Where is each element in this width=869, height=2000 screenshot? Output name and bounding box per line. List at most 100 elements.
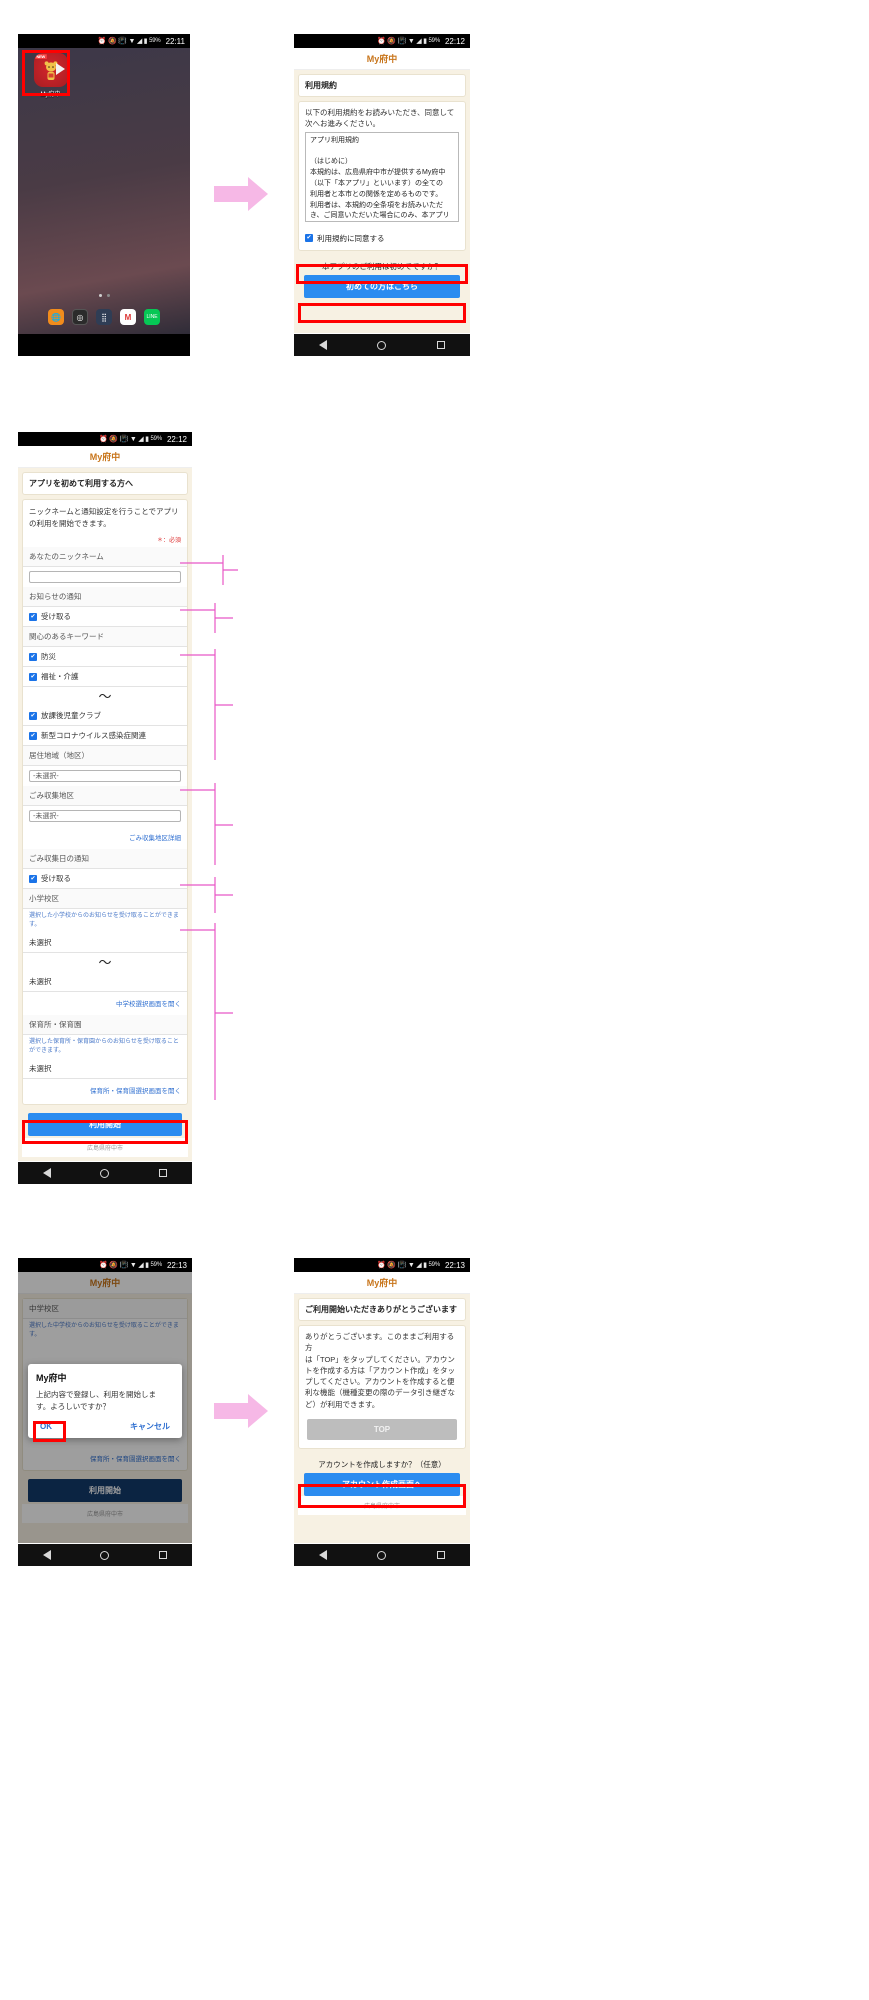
checkbox[interactable]: ✔ [29,612,37,621]
first-time-section: 本アプリのご利用は初めてですか？ 初めての方はこちら [298,255,466,298]
back-icon[interactable] [319,340,328,350]
checkbox-label: 新型コロナウイルス感染症関連 [41,731,146,741]
back-icon[interactable] [319,1550,328,1560]
terms-line: 利用者と本市との関係を定めるものです。 [310,190,443,198]
dock-icon-gmail[interactable]: M [120,309,136,325]
create-account-button[interactable]: アカウント作成画面へ [304,1472,460,1496]
home-dock: 🌐 ◎ ⣿ M LINE [18,306,190,328]
agree-label: 利用規約に同意する [317,233,385,243]
status-bar-form: ⏰ 🔕 📳 ▼ ◢ ▮ 59% 22:12 [18,432,192,446]
recents-icon[interactable] [159,1169,168,1177]
field-label-garbage-area: ごみ収集地区 [23,786,187,807]
battery-icon: ▮ [423,1261,428,1269]
signal-icon: ◢ [136,37,143,45]
nav-bar-confirm [18,1544,192,1566]
nursery-value[interactable]: 未選択 [23,1059,187,1080]
app-icon-myfuchu[interactable]: NEW My府中 [27,53,74,98]
clock: 22:12 [166,434,187,444]
battery-icon: ▮ [143,37,148,45]
top-button[interactable]: TOP [307,1418,457,1440]
done-body-line: 利な機能（機種変更の際のデータ引き継ぎな [305,1388,455,1398]
juniorhigh-select-link[interactable]: 中学校選択画面を開く [116,1001,181,1008]
bg-nursery-link[interactable]: 保育所・保育園選択画面を開く [90,1456,181,1463]
checkbox[interactable]: ✔ [29,672,37,681]
checkbox[interactable]: ✔ [29,711,37,720]
terms-line: き、ご同意いただいた場合にのみ、本アプリ [310,212,450,220]
field-label-area: 居住地域（地区） [23,746,187,767]
back-icon[interactable] [42,1550,51,1560]
nursery-select-link[interactable]: 保育所・保育園選択画面を開く [90,1088,181,1095]
elementary-value[interactable]: 未選択 [23,933,187,954]
bg-link-wrap: 保育所・保育園選択画面を開く [23,1447,187,1470]
done-card-title: ご利用開始いただきありがとうございます [298,1298,466,1321]
vibrate-icon: 📳 [119,1261,129,1269]
agree-checkbox[interactable]: ✔ [305,234,313,242]
terms-content: 利用規約 以下の利用規約をお読みいただき、同意して 次へお進みください。 アプリ… [294,70,470,333]
alarm-icon: ⏰ [377,1261,386,1269]
area-select[interactable]: -未選択- [29,770,181,783]
footer-text: 広島県府中市 [298,1495,466,1515]
signal-icon: ◢ [138,1261,144,1269]
checkbox[interactable]: ✔ [29,874,37,883]
terms-intro: 以下の利用規約をお読みいただき、同意して 次へお進みください。 アプリ利用規約 … [299,102,465,227]
checkbox-row-fukushi[interactable]: ✔ 福祉・介護 [23,667,187,688]
elementary-helper: 選択した小学校からのお知らせを受け取ることができます。 [29,913,179,929]
terms-line: 本規約は、広島県府中市が提供するMy府中 [310,169,446,177]
alarm-icon: ⏰ [99,1261,108,1269]
bg-submit-button[interactable]: 利用開始 [28,1479,182,1502]
dock-icon-camera[interactable]: ◎ [72,309,88,325]
submit-button[interactable]: 利用開始 [28,1113,182,1137]
alarm-icon: ⏰ [377,37,386,45]
recents-icon[interactable] [436,1551,445,1559]
checkbox-row-houkago[interactable]: ✔ 放課後児童クラブ [23,706,187,727]
dock-icon-line[interactable]: LINE [144,309,160,325]
truncation-squiggle: 〜 [23,953,187,973]
notification-icon: 🔕 [109,1261,119,1269]
done-content: ご利用開始いただきありがとうございます ありがとうございます。このままご利用する… [294,1294,470,1543]
home-icon[interactable] [100,1168,110,1178]
battery-percent: 59% [428,1262,441,1268]
field-label-news-notify: お知らせの通知 [23,587,187,608]
nursery-helper: 選択した保育所・保育園からのお知らせを受け取ることができます。 [29,1039,179,1055]
terms-scroll-box[interactable]: アプリ利用規約 （はじめに） 本規約は、広島県府中市が提供するMy府中 （以下「… [305,131,459,222]
dialog-title: My府中 [36,1373,67,1383]
checkbox-row-bousai[interactable]: ✔ 防災 [23,647,187,668]
nickname-input[interactable] [29,571,181,584]
home-icon[interactable] [377,340,387,350]
agree-checkbox-row[interactable]: ✔ 利用規約に同意する [299,227,465,250]
terms-line: （以下「本アプリ」といいます）の全ての [310,179,443,187]
bg-field-label: 中学校区 [23,1299,187,1319]
garbage-area-detail-link-wrap: ごみ収集地区詳細 [23,826,187,849]
form-hint-line2: の利用を開始できます。 [29,518,111,528]
back-icon[interactable] [42,1168,51,1178]
garbage-area-select[interactable]: -未選択- [29,810,181,823]
home-icon[interactable] [377,1550,387,1560]
dock-icon-browser[interactable]: 🌐 [48,309,64,325]
status-bar-done: ⏰ 🔕 📳 ▼ ◢ ▮ 59% 22:13 [294,1258,470,1272]
juniorhigh-value[interactable]: 未選択 [23,972,187,993]
home-icon[interactable] [100,1550,110,1560]
wifi-icon: ▼ [129,1261,137,1269]
garbage-area-detail-link[interactable]: ごみ収集地区詳細 [129,835,181,842]
battery-percent: 59% [150,1262,163,1268]
dialog-cancel-button[interactable]: キャンセル [126,1419,174,1434]
truncation-squiggle: 〜 [23,687,187,707]
vibrate-icon: 📳 [118,37,127,45]
app-title-bar: My府中 [18,446,192,468]
dialog-ok-button[interactable]: OK [36,1420,56,1433]
first-time-button[interactable]: 初めての方はこちら [304,274,460,298]
dock-icon-apps[interactable]: ⣿ [96,309,112,325]
phone-home-screen: ⏰ 🔕 📳 ▼ ◢ ▮ 59% 22:11 NEW My府中 🌐 ◎ ⣿ M L… [18,34,190,356]
checkbox-row-corona[interactable]: ✔ 新型コロナウイルス感染症関連 [23,726,187,747]
recents-icon[interactable] [436,341,445,349]
done-body-line: ど）が利用できます。 [305,1399,380,1409]
nav-bar-form [18,1162,192,1184]
recents-icon[interactable] [159,1551,168,1559]
checkbox[interactable]: ✔ [29,652,37,661]
done-body-line: は「TOP」をタップしてください。アカウン [305,1354,455,1364]
vibrate-icon: 📳 [397,37,407,45]
checkbox-row-news-receive[interactable]: ✔ 受け取る [23,607,187,628]
alarm-icon: ⏰ [99,435,108,443]
checkbox-row-garbage-receive[interactable]: ✔ 受け取る [23,869,187,890]
checkbox[interactable]: ✔ [29,731,37,740]
